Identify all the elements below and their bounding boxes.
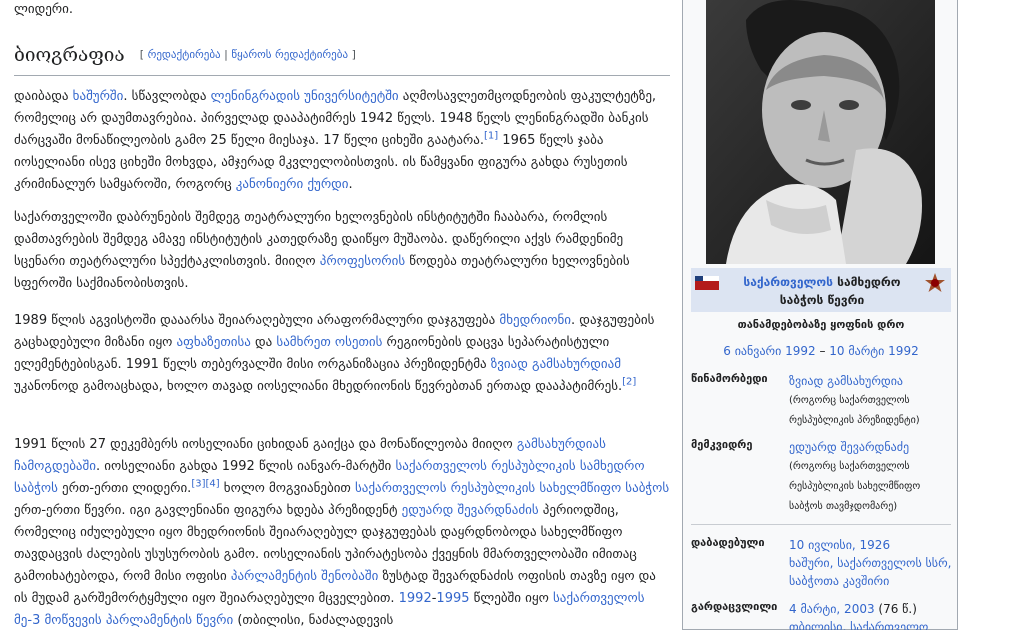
link-born-date[interactable]: 10 ივლისი, 1926 [789,538,890,552]
link-professor[interactable]: პროფესორის [320,254,405,269]
text: წლებში იყო [469,591,553,606]
term-dash: – [815,344,830,358]
text: ერთ-ერთი ლიდერი. [57,481,192,496]
text: ხოლო მოგვიანებით [219,481,355,496]
link-successor[interactable]: ედუარდ შევარდნაძე [789,440,909,454]
bracket-open: [ [139,48,145,61]
link-term-start[interactable]: 6 იანვარი 1992 [723,344,815,358]
link-thief-in-law[interactable]: კანონიერი ქურდი [236,177,349,192]
reference-4[interactable]: [4] [206,479,220,490]
link-year-1992[interactable]: 1992 [399,591,432,606]
emblem-icon [925,273,945,292]
predecessor-note: (როგორც საქართველოს რესპუბლიკის პრეზიდენ… [789,395,920,426]
link-died-date[interactable]: 4 მარტი, 2003 [789,602,875,616]
link-abkhazia[interactable]: აფხაზეთისა [177,335,251,350]
link-khashuri[interactable]: ხაშურში [73,89,124,104]
died-label: გარდაცვლილი [691,600,778,613]
successor-note: (როგორც საქართველოს რესპუბლიკის სახელმწი… [789,461,921,512]
section-title: ბიოგრაფია [14,44,125,66]
text: და [250,335,277,350]
link-born-place[interactable]: ხაშური, საქართველოს სსრ, საბჭოთა კავშირი [789,556,951,588]
text: . იოსელიანი გახდა 1992 წლის იანვარ-მარტშ… [95,459,396,474]
successor-label: მემკვიდრე [691,438,753,451]
text: 1991 წლის 27 დეკემბერს იოსელიანი ციხიდან… [14,437,517,452]
portrait-photo[interactable] [706,0,935,264]
text: 1989 წლის აგვისტოში დააარსა შეიარაღებული… [14,313,500,328]
link-predecessor[interactable]: ზვიად გამსახურდია [789,374,903,388]
text: (თბილისი, ნაძალადევის [233,613,394,628]
born-value: 10 ივლისი, 1926 ხაშური, საქართველოს სსრ,… [789,536,955,590]
paragraph-2: საქართველოში დაბრუნების შემდეგ თეატრალურ… [14,207,670,295]
died-age: (76 წ.) [874,602,917,616]
portrait-image [706,0,935,264]
bracket-close: ] [351,48,356,61]
edit-source-link[interactable]: წყაროს რედაქტირება [231,48,348,61]
paragraph-1: დაიბადა ხაშურში. სწავლობდა ლენინგრადის უ… [14,86,670,196]
predecessor-value: ზვიად გამსახურდია (როგორც საქართველოს რე… [789,372,955,430]
died-value: 4 მარტი, 2003 (76 წ.) თბილისი, საქართველ… [789,600,955,630]
link-parliament-building[interactable]: პარლამენტის შენობაში [231,569,378,584]
link-term-end[interactable]: 10 მარტი 1992 [829,344,918,358]
section-heading-row: ბიოგრაფია [ რედაქტირება | წყაროს რედაქტი… [14,44,670,76]
term-label: თანამდებობაზე ყოფნის დრო [737,318,905,331]
reference-2[interactable]: [2] [622,377,636,388]
text: უკანონოდ გამოაცხადა, ხოლო თავად იოსელიან… [14,379,623,394]
reference-1[interactable]: [1] [484,131,498,142]
link-died-place[interactable]: თბილისი, საქართველო [789,620,928,630]
link-south-ossetia[interactable]: სამხრეთ ოსეთის [276,335,382,350]
link-shevardnadze[interactable]: ედუარდ შევარდნაძის [402,503,539,518]
successor-value: ედუარდ შევარდნაძე (როგორც საქართველოს რე… [789,438,955,516]
text: . [348,177,353,192]
office-title: საქართველოს სამხედრო საბჭოს წევრი [727,273,917,309]
reference-3[interactable]: [3] [191,479,205,490]
georgia-flag-icon [695,276,719,290]
text: . სწავლობდა [123,89,211,104]
edit-section-links: [ რედაქტირება | წყაროს რედაქტირება ] [140,48,356,61]
term-dates: 6 იანვარი 1992 – 10 მარტი 1992 [683,344,959,358]
office-header: საქართველოს სამხედრო საბჭოს წევრი [691,268,951,312]
infobox: საქართველოს სამხედრო საბჭოს წევრი თანამდ… [682,0,958,630]
link-state-council[interactable]: საქართველოს რესპუბლიკის სახელმწიფო საბჭო… [355,481,669,496]
link-year-1995[interactable]: 1995 [436,591,469,606]
edit-link[interactable]: რედაქტირება [148,48,221,61]
link-gamsakhurdia[interactable]: ზვიად გამსახურდიამ [491,357,621,372]
paragraph-3: 1989 წლის აგვისტოში დააარსა შეიარაღებული… [14,310,670,398]
born-label: დაბადებული [691,536,765,549]
link-mkhedrioni[interactable]: მხედრიონი [499,313,571,328]
link-leningrad-university[interactable]: ლენინგრადის უნივერსიტეტში [211,89,399,104]
edit-divider: | [224,48,228,61]
preceding-text: ლიდერი. [14,2,74,17]
paragraph-4: 1991 წლის 27 დეკემბერს იოსელიანი ციხიდან… [14,434,670,630]
link-georgia[interactable]: საქართველოს [743,275,833,289]
predecessor-label: წინამორბედი [691,372,768,385]
divider [691,524,951,525]
text: ერთ-ერთი წევრი. იგი გავლენიანი ფიგურა ხდ… [14,503,402,518]
text: დაიბადა [14,89,73,104]
